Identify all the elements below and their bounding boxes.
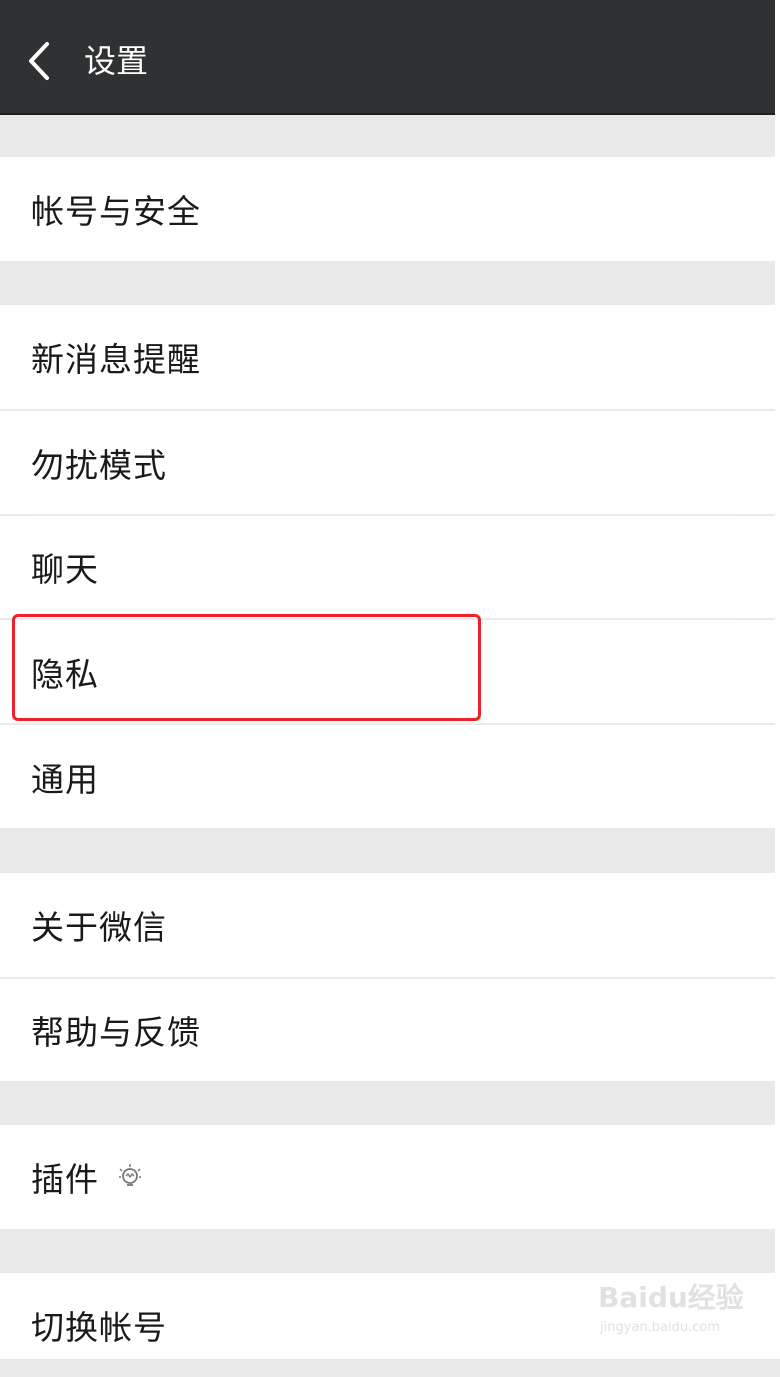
watermark-brand: Baidu经验 bbox=[598, 1281, 744, 1314]
watermark-url: jingyan.baidu.com bbox=[600, 1320, 720, 1335]
settings-item-label: 勿扰模式 bbox=[31, 445, 167, 485]
settings-item-label: 聊天 bbox=[31, 550, 99, 589]
settings-item-chat[interactable]: 聊天 bbox=[0, 516, 775, 618]
settings-item-do-not-disturb[interactable]: 勿扰模式 bbox=[0, 411, 775, 514]
settings-item-label: 通用 bbox=[31, 759, 99, 799]
settings-item-label: 帐号与安全 bbox=[31, 192, 201, 231]
highlight-box bbox=[12, 614, 481, 721]
settings-item-help-feedback[interactable]: 帮助与反馈 bbox=[0, 979, 775, 1081]
edge-strip bbox=[775, 0, 780, 1359]
settings-item-account-security[interactable]: 帐号与安全 bbox=[0, 157, 775, 261]
settings-item-label: 新消息提醒 bbox=[31, 340, 201, 379]
settings-item-label: 插件 bbox=[31, 1160, 99, 1199]
page-title: 设置 bbox=[84, 42, 149, 80]
settings-item-about-wechat[interactable]: 关于微信 bbox=[0, 873, 775, 977]
top-bar: 设置 bbox=[0, 0, 775, 115]
settings-item-label: 关于微信 bbox=[31, 908, 167, 947]
back-button[interactable] bbox=[18, 38, 60, 84]
watermark-logo: Baidu经验 jingyan.baidu.com bbox=[598, 1272, 748, 1342]
settings-item-new-message-alerts[interactable]: 新消息提醒 bbox=[0, 305, 775, 409]
settings-item-plugins[interactable]: 插件 bbox=[0, 1125, 775, 1229]
settings-item-general[interactable]: 通用 bbox=[0, 725, 775, 828]
settings-item-label: 帮助与反馈 bbox=[31, 1013, 201, 1052]
settings-item-label: 切换帐号 bbox=[31, 1308, 167, 1347]
settings-item-label-wrap: 插件 bbox=[31, 1125, 143, 1229]
chevron-left-icon bbox=[29, 42, 49, 80]
lightbulb-icon bbox=[117, 1162, 143, 1192]
